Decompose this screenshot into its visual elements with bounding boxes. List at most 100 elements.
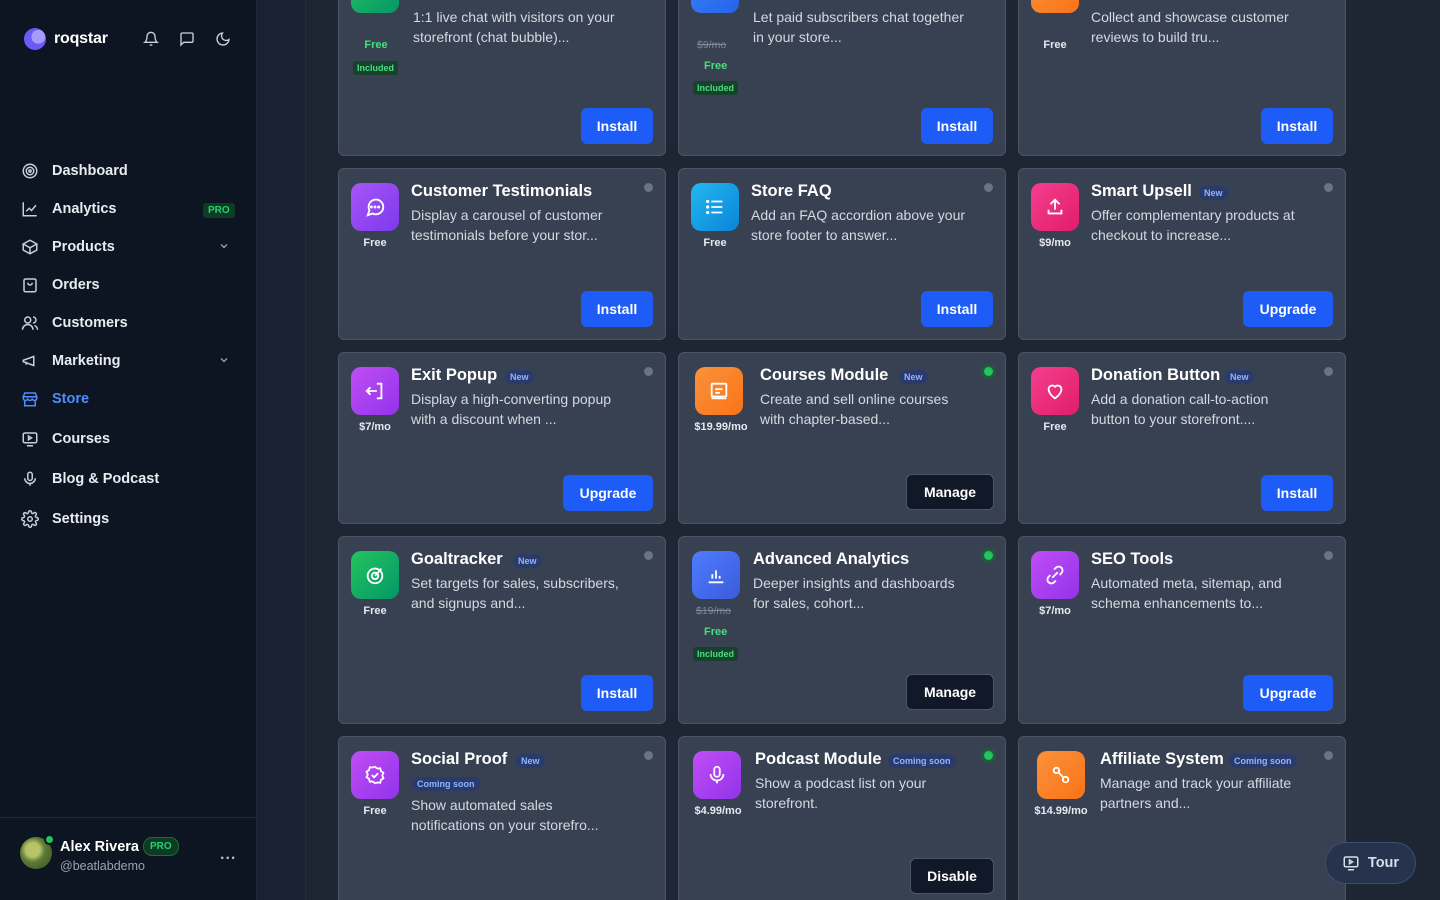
nav-analytics[interactable]: Analytics PRO [0, 190, 256, 228]
app-card-podcast: $4.99/mo Podcast Module Coming soon Show… [678, 736, 1006, 900]
app-card-members-chat: $9/mo Free Included Let paid subscribers… [678, 0, 1006, 156]
card-title: Social Proof [411, 750, 508, 768]
nav-label: Orders [52, 277, 100, 293]
card-title: Goaltracker [411, 550, 503, 568]
price: Free [704, 60, 728, 72]
heart-icon [1031, 367, 1079, 415]
brand[interactable]: roqstar [24, 28, 108, 50]
card-description: Collect and showcase customer reviews to… [1091, 9, 1289, 45]
user-handle: @beatlabdemo [60, 859, 145, 873]
chats-icon [691, 0, 739, 13]
status-dot [644, 367, 653, 376]
tour-button[interactable]: Tour [1325, 842, 1416, 884]
card-title: Donation Button [1091, 366, 1221, 384]
app-card-testimonials: Free Customer Testimonials Display a car… [338, 168, 666, 340]
card-description: Display a high-converting popup with a d… [411, 391, 612, 427]
included-badge: Included [353, 61, 399, 75]
tour-label: Tour [1367, 855, 1400, 871]
install-button[interactable]: Install [1261, 475, 1333, 511]
card-description: Deeper insights and dashboards for sales… [753, 575, 955, 611]
mic-icon [20, 469, 40, 489]
gear-icon [20, 509, 40, 529]
coming-soon-badge: Coming soon [888, 754, 956, 768]
status-dot [644, 551, 653, 560]
status-dot [644, 751, 653, 760]
target-icon [20, 161, 40, 181]
book-icon [695, 367, 743, 415]
user-name: Alex Rivera [60, 839, 139, 855]
link-icon [1031, 551, 1079, 599]
price: $9/mo [1039, 237, 1071, 249]
install-button[interactable]: Install [1261, 108, 1333, 144]
card-title: SEO Tools [1091, 550, 1174, 568]
upgrade-button[interactable]: Upgrade [1243, 675, 1333, 711]
price: Free [363, 605, 387, 617]
nav-label: Analytics [52, 201, 117, 217]
bell-icon[interactable] [142, 30, 160, 48]
nav-label: Courses [52, 431, 111, 447]
coming-soon-badge: Coming soon [412, 777, 480, 791]
nav-customers[interactable]: Customers [0, 304, 256, 342]
megaphone-icon [20, 351, 40, 371]
upload-arrow-icon [1031, 183, 1079, 231]
status-dot [1324, 751, 1333, 760]
new-badge: New [1199, 186, 1228, 200]
price: $7/mo [359, 421, 391, 433]
brand-name: roqstar [54, 30, 108, 47]
card-description: Let paid subscribers chat together in yo… [753, 9, 964, 45]
card-title: Affiliate System [1100, 750, 1224, 768]
card-title: Smart Upsell [1091, 182, 1192, 200]
nav-orders[interactable]: Orders [0, 266, 256, 304]
upgrade-button[interactable]: Upgrade [563, 475, 653, 511]
app-card-reviews: Free Collect and showcase customer revie… [1018, 0, 1346, 156]
new-badge: New [1225, 370, 1254, 384]
more-options-icon[interactable]: ... [220, 846, 236, 864]
nav-dashboard[interactable]: Dashboard [0, 152, 256, 190]
star-icon [1031, 0, 1079, 13]
nav-courses[interactable]: Courses [0, 420, 256, 458]
status-dot [1324, 551, 1333, 560]
active-status-dot [984, 751, 993, 760]
nav-settings[interactable]: Settings [0, 500, 256, 538]
included-badge: Included [693, 647, 739, 661]
app-card-donation: Free Donation Button New Add a donation … [1018, 352, 1346, 524]
card-description: Add a donation call-to-action button to … [1091, 391, 1269, 427]
install-button[interactable]: Install [921, 291, 993, 327]
install-button[interactable]: Install [581, 291, 653, 327]
app-card-seo-tools: $7/mo SEO Tools Automated meta, sitemap,… [1018, 536, 1346, 724]
install-button[interactable]: Install [921, 108, 993, 144]
manage-button[interactable]: Manage [906, 674, 994, 710]
disable-button[interactable]: Disable [910, 858, 994, 894]
app-card-live-chat: Free Included 1:1 live chat with visitor… [338, 0, 666, 156]
nav-products[interactable]: Products [0, 228, 256, 266]
price: Free [363, 805, 387, 817]
affiliate-link-icon [1037, 751, 1085, 799]
install-button[interactable]: Install [581, 108, 653, 144]
install-button[interactable]: Install [581, 675, 653, 711]
chevron-down-icon[interactable] [218, 354, 230, 366]
users-icon [20, 313, 40, 333]
coming-soon-badge: Coming soon [1229, 754, 1297, 768]
nav-label: Products [52, 239, 115, 255]
nav-label: Blog & Podcast [52, 471, 160, 487]
app-card-goaltracker: Free Goaltracker New Set targets for sal… [338, 536, 666, 724]
user-profile[interactable]: Alex Rivera PRO @beatlabdemo ... [0, 817, 256, 900]
price: Free [704, 626, 728, 638]
moon-icon[interactable] [214, 30, 232, 48]
card-description: Create and sell online courses with chap… [760, 391, 949, 427]
card-description: Add an FAQ accordion above your store fo… [751, 207, 966, 243]
card-description: Automated meta, sitemap, and schema enha… [1091, 575, 1282, 611]
pro-badge: PRO [143, 837, 179, 856]
top-icons [142, 30, 232, 48]
chevron-down-icon[interactable] [218, 240, 230, 252]
card-description: 1:1 live chat with visitors on your stor… [413, 9, 615, 45]
chat-icon[interactable] [178, 30, 196, 48]
card-title: Exit Popup [411, 366, 498, 384]
manage-button[interactable]: Manage [906, 474, 994, 510]
nav-marketing[interactable]: Marketing [0, 342, 256, 380]
nav-blog-podcast[interactable]: Blog & Podcast [0, 460, 256, 498]
online-status-dot [44, 834, 55, 845]
upgrade-button[interactable]: Upgrade [1243, 291, 1333, 327]
nav-store[interactable]: Store [0, 380, 256, 418]
app-card-courses: $19.99/mo Courses Module New Create and … [678, 352, 1006, 524]
